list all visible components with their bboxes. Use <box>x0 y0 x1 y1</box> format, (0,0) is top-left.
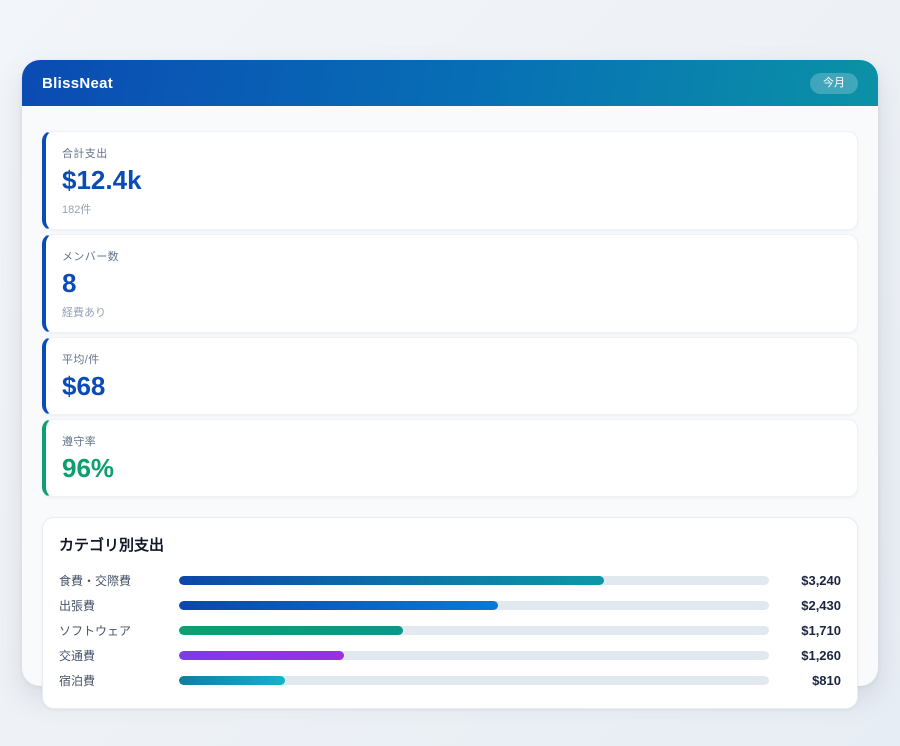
bar-fill <box>179 651 344 660</box>
category-label: 交通費 <box>59 647 179 664</box>
category-amount: $2,430 <box>769 598 841 613</box>
category-label: 食費・交際費 <box>59 572 179 589</box>
category-label: ソフトウェア <box>59 622 179 639</box>
category-amount: $810 <box>769 673 841 688</box>
bar-track <box>179 626 769 635</box>
page-background: { "header": { "app_title": "BlissNeat", … <box>0 0 900 746</box>
category-row: ソフトウェア $1,710 <box>59 618 841 643</box>
category-label: 出張費 <box>59 597 179 614</box>
bar-fill <box>179 626 403 635</box>
app-title: BlissNeat <box>42 75 113 92</box>
category-section-title: カテゴリ別支出 <box>59 534 841 555</box>
stat-label: 平均/件 <box>62 351 841 367</box>
stat-value: 8 <box>62 269 841 299</box>
category-label: 宿泊費 <box>59 672 179 689</box>
bar-track <box>179 651 769 660</box>
stat-value: 96% <box>62 454 841 484</box>
bar-fill <box>179 601 498 610</box>
stat-label: メンバー数 <box>62 248 841 264</box>
stat-label: 遵守率 <box>62 433 841 449</box>
category-amount: $1,260 <box>769 648 841 663</box>
category-row: 出張費 $2,430 <box>59 593 841 618</box>
stat-subtext: 経費あり <box>62 304 841 320</box>
category-row: 交通費 $1,260 <box>59 643 841 668</box>
stat-card-average-per-item: 平均/件 $68 <box>42 337 858 415</box>
bar-track <box>179 601 769 610</box>
dashboard-content: 合計支出 $12.4k 182件 メンバー数 8 経費あり 平均/件 $68 遵… <box>22 106 878 731</box>
stat-card-compliance-rate: 遵守率 96% <box>42 419 858 497</box>
period-badge[interactable]: 今月 <box>810 73 858 94</box>
category-row: 食費・交際費 $3,240 <box>59 568 841 593</box>
bar-track <box>179 576 769 585</box>
stat-value: $68 <box>62 372 841 402</box>
bar-fill <box>179 676 285 685</box>
stat-value: $12.4k <box>62 166 841 196</box>
dashboard-panel: BlissNeat 今月 合計支出 $12.4k 182件 メンバー数 8 経費… <box>22 60 878 686</box>
category-spend-card: カテゴリ別支出 食費・交際費 $3,240 出張費 $2,430 ソフトウェア <box>42 517 858 709</box>
category-amount: $3,240 <box>769 573 841 588</box>
app-header: BlissNeat 今月 <box>22 60 878 106</box>
category-row: 宿泊費 $810 <box>59 668 841 693</box>
bar-fill <box>179 576 604 585</box>
category-amount: $1,710 <box>769 623 841 638</box>
stat-label: 合計支出 <box>62 145 841 161</box>
stat-subtext: 182件 <box>62 201 841 217</box>
stat-card-total-spend: 合計支出 $12.4k 182件 <box>42 131 858 230</box>
stat-card-member-count: メンバー数 8 経費あり <box>42 234 858 333</box>
bar-track <box>179 676 769 685</box>
